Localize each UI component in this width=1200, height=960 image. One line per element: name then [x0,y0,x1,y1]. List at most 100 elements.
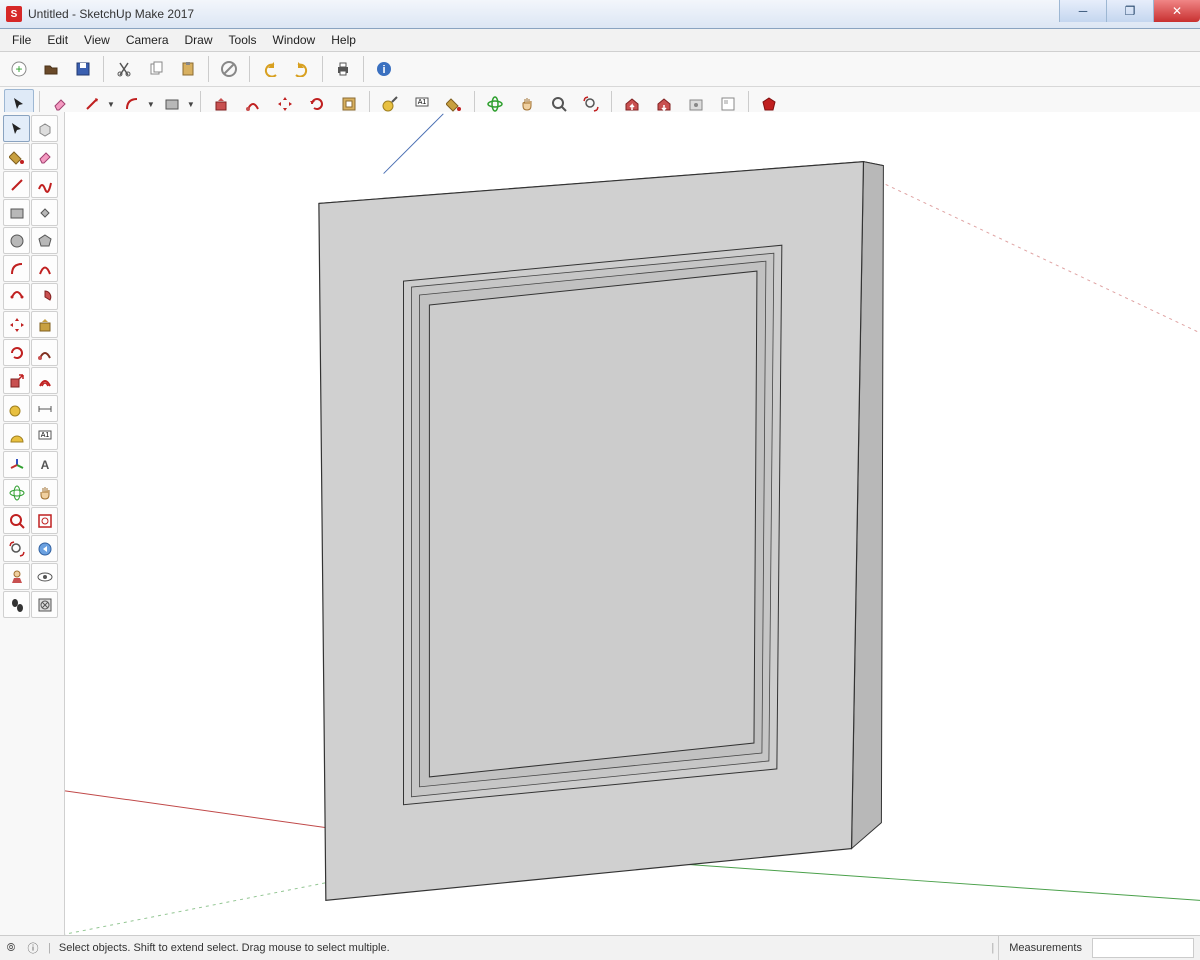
freehand-tool[interactable] [31,171,58,198]
dropdown-arrow-icon[interactable]: ▼ [107,100,115,109]
3dtext-tool[interactable]: A [31,451,58,478]
model-viewport[interactable] [65,112,1200,936]
make-component-tool[interactable] [31,115,58,142]
followme-tool[interactable] [31,339,58,366]
polygon-tool[interactable] [31,227,58,254]
minimize-button[interactable]: ─ [1059,0,1106,22]
geolocation-icon[interactable]: ⦾ [0,942,22,955]
svg-text:+: + [15,62,22,76]
menu-file[interactable]: File [4,31,39,49]
new-file-button[interactable]: + [4,54,34,84]
save-button[interactable] [68,54,98,84]
paint-bucket-icon [9,149,25,165]
dropdown-arrow-icon[interactable]: ▼ [147,100,155,109]
copy-button[interactable] [141,54,171,84]
tape-measure-icon [382,96,398,112]
position-camera-tool[interactable] [3,563,30,590]
zoom-tool[interactable] [3,507,30,534]
svg-text:i: i [382,64,385,76]
tape-tool[interactable] [3,395,30,422]
move-tool-icon [277,96,293,112]
left-toolbox: A1 A [0,112,65,936]
line-tool-icon [84,96,100,112]
arc-tool[interactable] [3,255,30,282]
followme-icon [37,345,53,361]
delete-icon [221,61,237,77]
previous-view-tool[interactable] [31,535,58,562]
pan-tool[interactable] [31,479,58,506]
rotate-tool[interactable] [3,339,30,366]
pushpull-tool-icon [213,96,229,112]
window-title: Untitled - SketchUp Make 2017 [28,7,194,21]
zoom-window-icon [37,513,53,529]
measurements-input[interactable] [1092,938,1194,958]
menu-edit[interactable]: Edit [39,31,76,49]
offset-tool[interactable] [31,367,58,394]
pushpull-tool[interactable] [31,311,58,338]
orbit-tool[interactable] [3,479,30,506]
move-icon [9,317,25,333]
cut-button[interactable] [109,54,139,84]
arc-icon [9,261,25,277]
paint-bucket-icon [446,96,462,112]
dimension-tool[interactable] [31,395,58,422]
protractor-tool[interactable] [3,423,30,450]
close-button[interactable]: ✕ [1153,0,1200,22]
menu-view[interactable]: View [76,31,118,49]
maximize-button[interactable]: ❐ [1106,0,1153,22]
text-label-icon: A1 [414,96,430,112]
print-button[interactable] [328,54,358,84]
zoom-window-tool[interactable] [31,507,58,534]
3pt-arc-icon [9,289,25,305]
pie-tool[interactable] [31,283,58,310]
open-file-button[interactable] [36,54,66,84]
axes-tool[interactable] [3,451,30,478]
rectangle-tool[interactable] [3,199,30,226]
statusbar: ⦾ ⓘ | Select objects. Shift to extend se… [0,935,1200,960]
3pt-arc-tool[interactable] [3,283,30,310]
credits-icon[interactable]: ⓘ [22,940,44,956]
menubar: FileEditViewCameraDrawToolsWindowHelp [0,29,1200,52]
warehouse-get-icon [656,96,672,112]
panel-center [429,271,757,777]
cut-icon [116,61,132,77]
dropdown-arrow-icon[interactable]: ▼ [187,100,195,109]
orbit-tool-icon [487,96,503,112]
delete-button[interactable] [214,54,244,84]
select-tool-icon [11,96,27,112]
select-tool[interactable] [3,115,30,142]
look-around-icon [37,569,53,585]
separator [363,56,364,82]
menu-camera[interactable]: Camera [118,31,177,49]
model-info-button[interactable]: i [369,54,399,84]
svg-text:A: A [40,458,49,472]
rotated-rect-tool[interactable] [31,199,58,226]
eraser-tool[interactable] [31,143,58,170]
eraser-tool-icon [52,96,68,112]
warehouse-upload-icon [624,96,640,112]
line-icon [9,177,25,193]
svg-text:A1: A1 [417,99,426,106]
zoom-extents-tool[interactable] [3,535,30,562]
redo-button[interactable] [287,54,317,84]
move-tool[interactable] [3,311,30,338]
look-around-tool[interactable] [31,563,58,590]
line-tool[interactable] [3,171,30,198]
menu-draw[interactable]: Draw [177,31,221,49]
paste-button[interactable] [173,54,203,84]
rectangle-icon [9,205,25,221]
2pt-arc-tool[interactable] [31,255,58,282]
menu-tools[interactable]: Tools [221,31,265,49]
text-tool[interactable]: A1 [31,423,58,450]
paint-bucket-tool[interactable] [3,143,30,170]
menu-window[interactable]: Window [265,31,324,49]
walk-tool[interactable] [3,591,30,618]
svg-text:A1: A1 [40,432,49,439]
section-plane-tool[interactable] [31,591,58,618]
undo-button[interactable] [255,54,285,84]
scale-tool[interactable] [3,367,30,394]
circle-tool[interactable] [3,227,30,254]
followme-tool-icon [245,96,261,112]
status-message: Select objects. Shift to extend select. … [55,942,988,954]
menu-help[interactable]: Help [323,31,364,49]
